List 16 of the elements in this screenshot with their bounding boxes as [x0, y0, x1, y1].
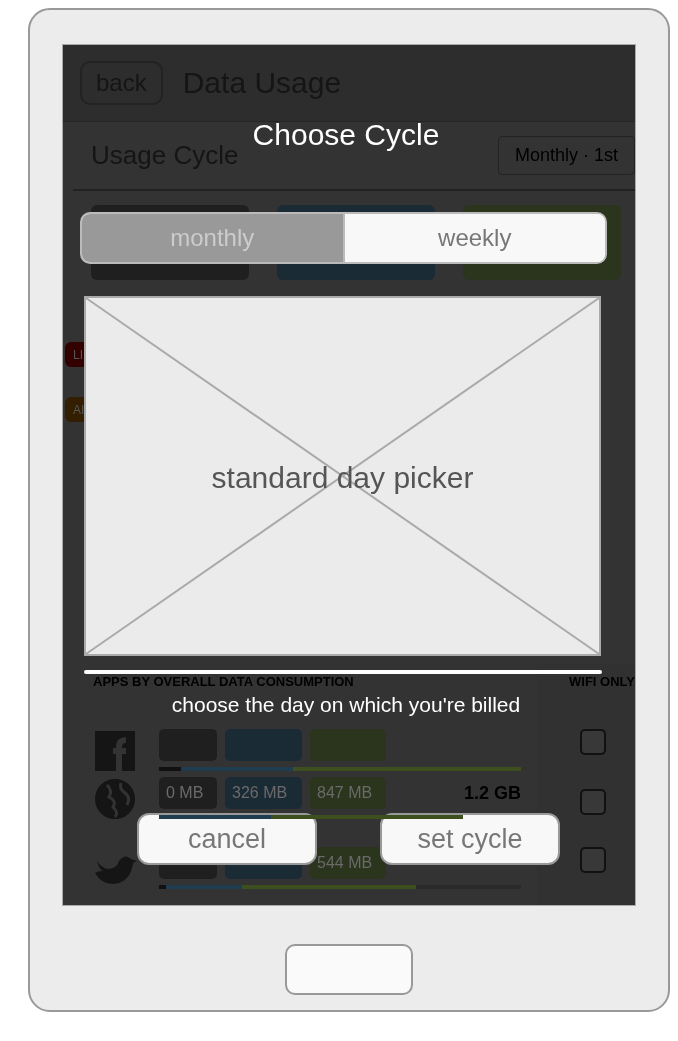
data-amount: 847 MB	[310, 777, 386, 809]
data-amount: 0 MB	[159, 777, 217, 809]
checkbox[interactable]	[580, 729, 606, 755]
dialog-button[interactable]: cancel	[137, 813, 317, 865]
dialog-caption: choose the day on which you're billed	[171, 693, 521, 717]
data-amount: 326 MB	[225, 777, 302, 809]
checkbox[interactable]	[580, 789, 606, 815]
dialog-title: Choose Cycle	[252, 117, 440, 153]
home-button[interactable]	[285, 944, 413, 995]
day-picker-placeholder[interactable]: standard day picker	[84, 296, 601, 656]
data-amount: 544 MB	[310, 847, 386, 879]
picker-label: standard day picker	[210, 461, 475, 495]
f-logo-icon	[93, 729, 137, 773]
globe-icon	[93, 777, 137, 821]
checkbox[interactable]	[580, 847, 606, 873]
dialog-button[interactable]: set cycle	[380, 813, 560, 865]
